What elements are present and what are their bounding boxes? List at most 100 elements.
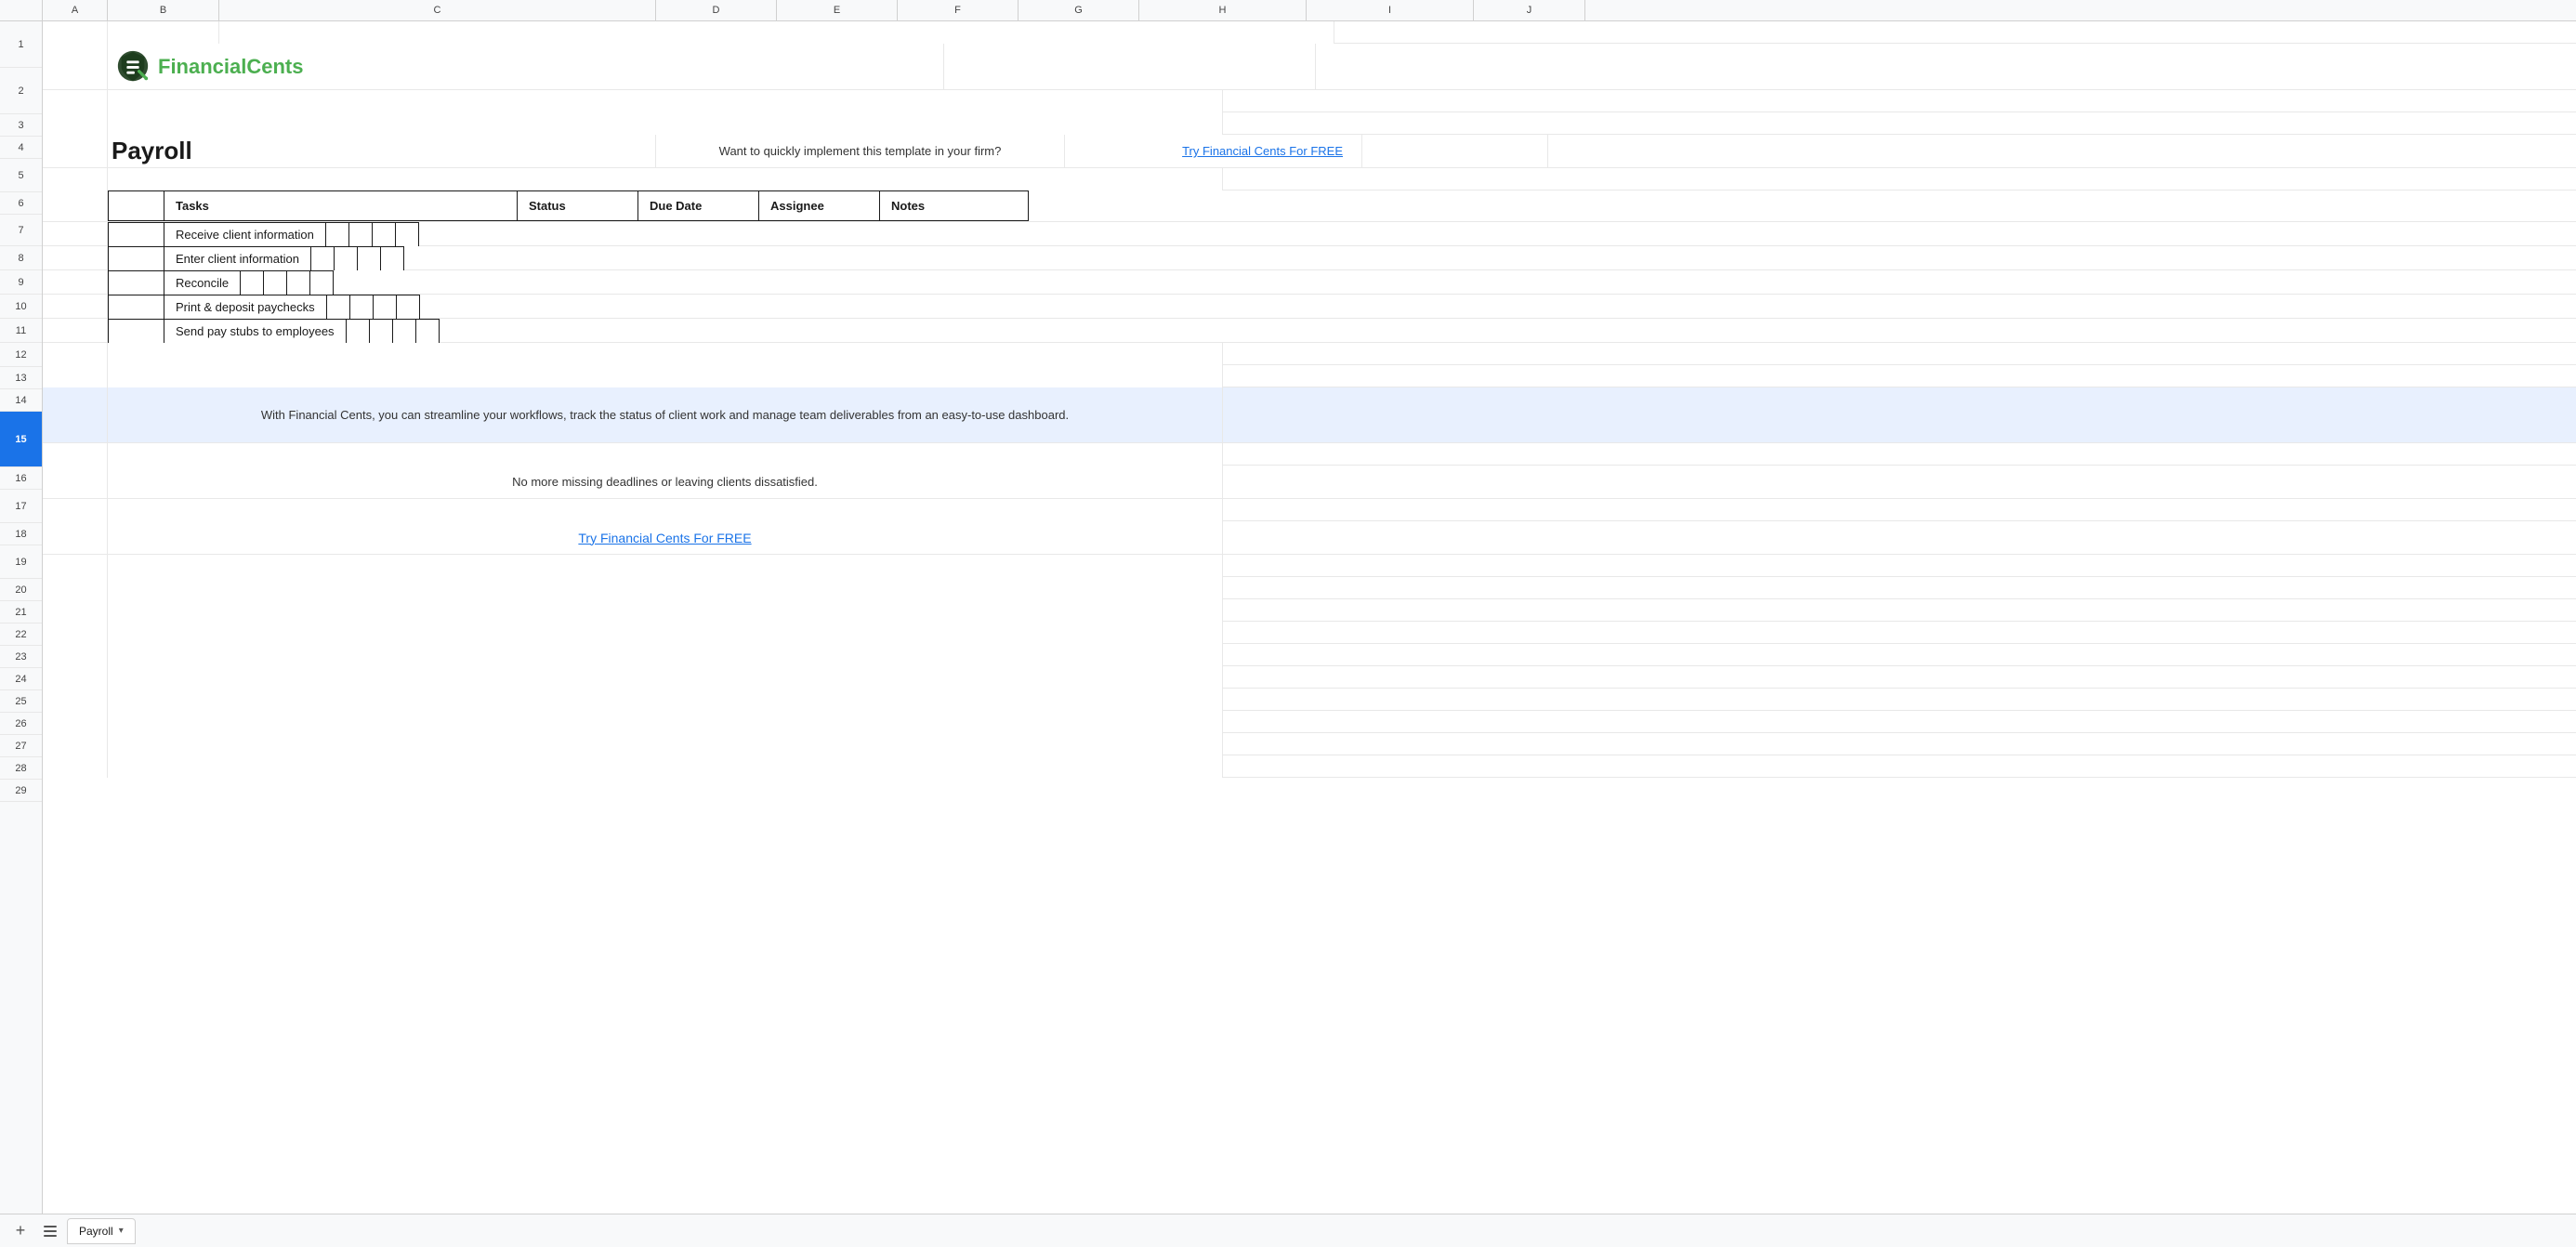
- cell-20rest[interactable]: [108, 555, 1223, 577]
- td-row5-date[interactable]: [369, 320, 392, 344]
- cell-1a[interactable]: [43, 21, 108, 44]
- row-12: Send pay stubs to employees: [43, 319, 2576, 343]
- cell-5rest[interactable]: [1362, 135, 1548, 167]
- cell-7a[interactable]: [43, 190, 108, 221]
- cell-2a[interactable]: [43, 44, 108, 89]
- cell-12a[interactable]: [43, 319, 108, 342]
- promo-no-missing: No more missing deadlines or leaving cli…: [512, 475, 818, 489]
- cell-14rest[interactable]: [108, 365, 1223, 387]
- row-2: FinancialCents: [43, 44, 2576, 90]
- cell-23a[interactable]: [43, 622, 108, 644]
- td-row5-status[interactable]: [346, 320, 369, 344]
- td-row3-task[interactable]: Reconcile: [164, 271, 241, 295]
- cell-14a[interactable]: [43, 365, 108, 387]
- td-row3-date[interactable]: [264, 271, 287, 295]
- cell-4rest[interactable]: [108, 112, 1223, 135]
- td-row5-task[interactable]: Send pay stubs to employees: [164, 320, 347, 344]
- col-header-g: G: [1019, 0, 1139, 20]
- td-row2-date[interactable]: [334, 247, 357, 271]
- cell-23rest[interactable]: [108, 622, 1223, 644]
- row-num-13: 13: [0, 367, 42, 389]
- td-row1-status[interactable]: [325, 223, 348, 247]
- cell-28rest[interactable]: [108, 733, 1223, 755]
- cell-29rest[interactable]: [108, 755, 1223, 778]
- td-row2-assignee[interactable]: [357, 247, 380, 271]
- row-num-11: 11: [0, 319, 42, 343]
- td-row1-task[interactable]: Receive client information: [164, 223, 326, 247]
- cell-8a[interactable]: [43, 222, 108, 245]
- td-row3-status[interactable]: [241, 271, 264, 295]
- cell-1b[interactable]: [108, 21, 219, 44]
- cell-16rest[interactable]: [108, 443, 1223, 466]
- cell-25rest[interactable]: [108, 666, 1223, 689]
- cell-21a[interactable]: [43, 577, 108, 599]
- td-row1-notes[interactable]: [395, 223, 418, 247]
- cell-3a[interactable]: [43, 90, 108, 112]
- row-num-7: 7: [0, 215, 42, 246]
- cell-5-cta: Try Financial Cents For FREE: [1065, 135, 1362, 167]
- td-row4-notes[interactable]: [396, 295, 419, 320]
- cell-18a[interactable]: [43, 499, 108, 521]
- td-row2-notes[interactable]: [380, 247, 403, 271]
- td-row1-assignee[interactable]: [372, 223, 395, 247]
- cell-5a[interactable]: [43, 135, 108, 167]
- td-row4-status[interactable]: [326, 295, 349, 320]
- col-header-h: H: [1139, 0, 1307, 20]
- cell-6a[interactable]: [43, 168, 108, 190]
- td-row2-empty: [109, 247, 164, 271]
- cell-15a[interactable]: [43, 387, 108, 442]
- cell-21rest[interactable]: [108, 577, 1223, 599]
- cell-2rest[interactable]: [944, 44, 1316, 89]
- row-4: [43, 112, 2576, 135]
- cell-28a[interactable]: [43, 733, 108, 755]
- cell-26a[interactable]: [43, 689, 108, 711]
- cell-3rest[interactable]: [108, 90, 1223, 112]
- th-empty: [109, 191, 164, 221]
- td-row1-date[interactable]: [348, 223, 372, 247]
- row-num-17: 17: [0, 490, 42, 523]
- cell-18rest[interactable]: [108, 499, 1223, 521]
- cell-13rest[interactable]: [108, 343, 1223, 365]
- cell-16a[interactable]: [43, 443, 108, 466]
- cell-11a[interactable]: [43, 295, 108, 318]
- cell-24a[interactable]: [43, 644, 108, 666]
- task-table-row1: Receive client information: [108, 222, 419, 247]
- sheet-tab-payroll[interactable]: Payroll ▾: [67, 1218, 136, 1244]
- header-cta-link[interactable]: Try Financial Cents For FREE: [1182, 144, 1343, 158]
- promo-cta-link[interactable]: Try Financial Cents For FREE: [578, 531, 751, 545]
- column-headers: A B C D E F G H I J: [0, 0, 2576, 21]
- cell-26rest[interactable]: [108, 689, 1223, 711]
- cell-12-data: Send pay stubs to employees: [108, 319, 1223, 342]
- cell-25a[interactable]: [43, 666, 108, 689]
- cell-22rest[interactable]: [108, 599, 1223, 622]
- td-row2-status[interactable]: [310, 247, 334, 271]
- subtitle-text: Want to quickly implement this template …: [719, 144, 1002, 158]
- cell-24rest[interactable]: [108, 644, 1223, 666]
- cell-17a[interactable]: [43, 466, 108, 498]
- td-row4-task[interactable]: Print & deposit paychecks: [164, 295, 327, 320]
- sheet-menu-button[interactable]: [37, 1218, 63, 1244]
- td-row3-notes[interactable]: [310, 271, 334, 295]
- td-row5-notes[interactable]: [415, 320, 439, 344]
- td-row3-assignee[interactable]: [287, 271, 310, 295]
- content-area[interactable]: FinancialCents: [43, 21, 2576, 1214]
- cell-27rest[interactable]: [108, 711, 1223, 733]
- cell-4a[interactable]: [43, 112, 108, 135]
- td-row4-date[interactable]: [349, 295, 373, 320]
- td-row2-task[interactable]: Enter client information: [164, 247, 311, 271]
- cell-1rest[interactable]: [219, 21, 1334, 44]
- col-header-c: C: [219, 0, 656, 20]
- cell-6rest[interactable]: [108, 168, 1223, 190]
- cell-29a[interactable]: [43, 755, 108, 778]
- add-sheet-button[interactable]: +: [7, 1218, 33, 1244]
- td-row5-assignee[interactable]: [392, 320, 415, 344]
- row-22: [43, 599, 2576, 622]
- cell-19a[interactable]: [43, 521, 108, 554]
- td-row4-assignee[interactable]: [373, 295, 396, 320]
- cell-20a[interactable]: [43, 555, 108, 577]
- cell-27a[interactable]: [43, 711, 108, 733]
- cell-9a[interactable]: [43, 246, 108, 269]
- cell-22a[interactable]: [43, 599, 108, 622]
- cell-13a[interactable]: [43, 343, 108, 365]
- cell-10a[interactable]: [43, 270, 108, 294]
